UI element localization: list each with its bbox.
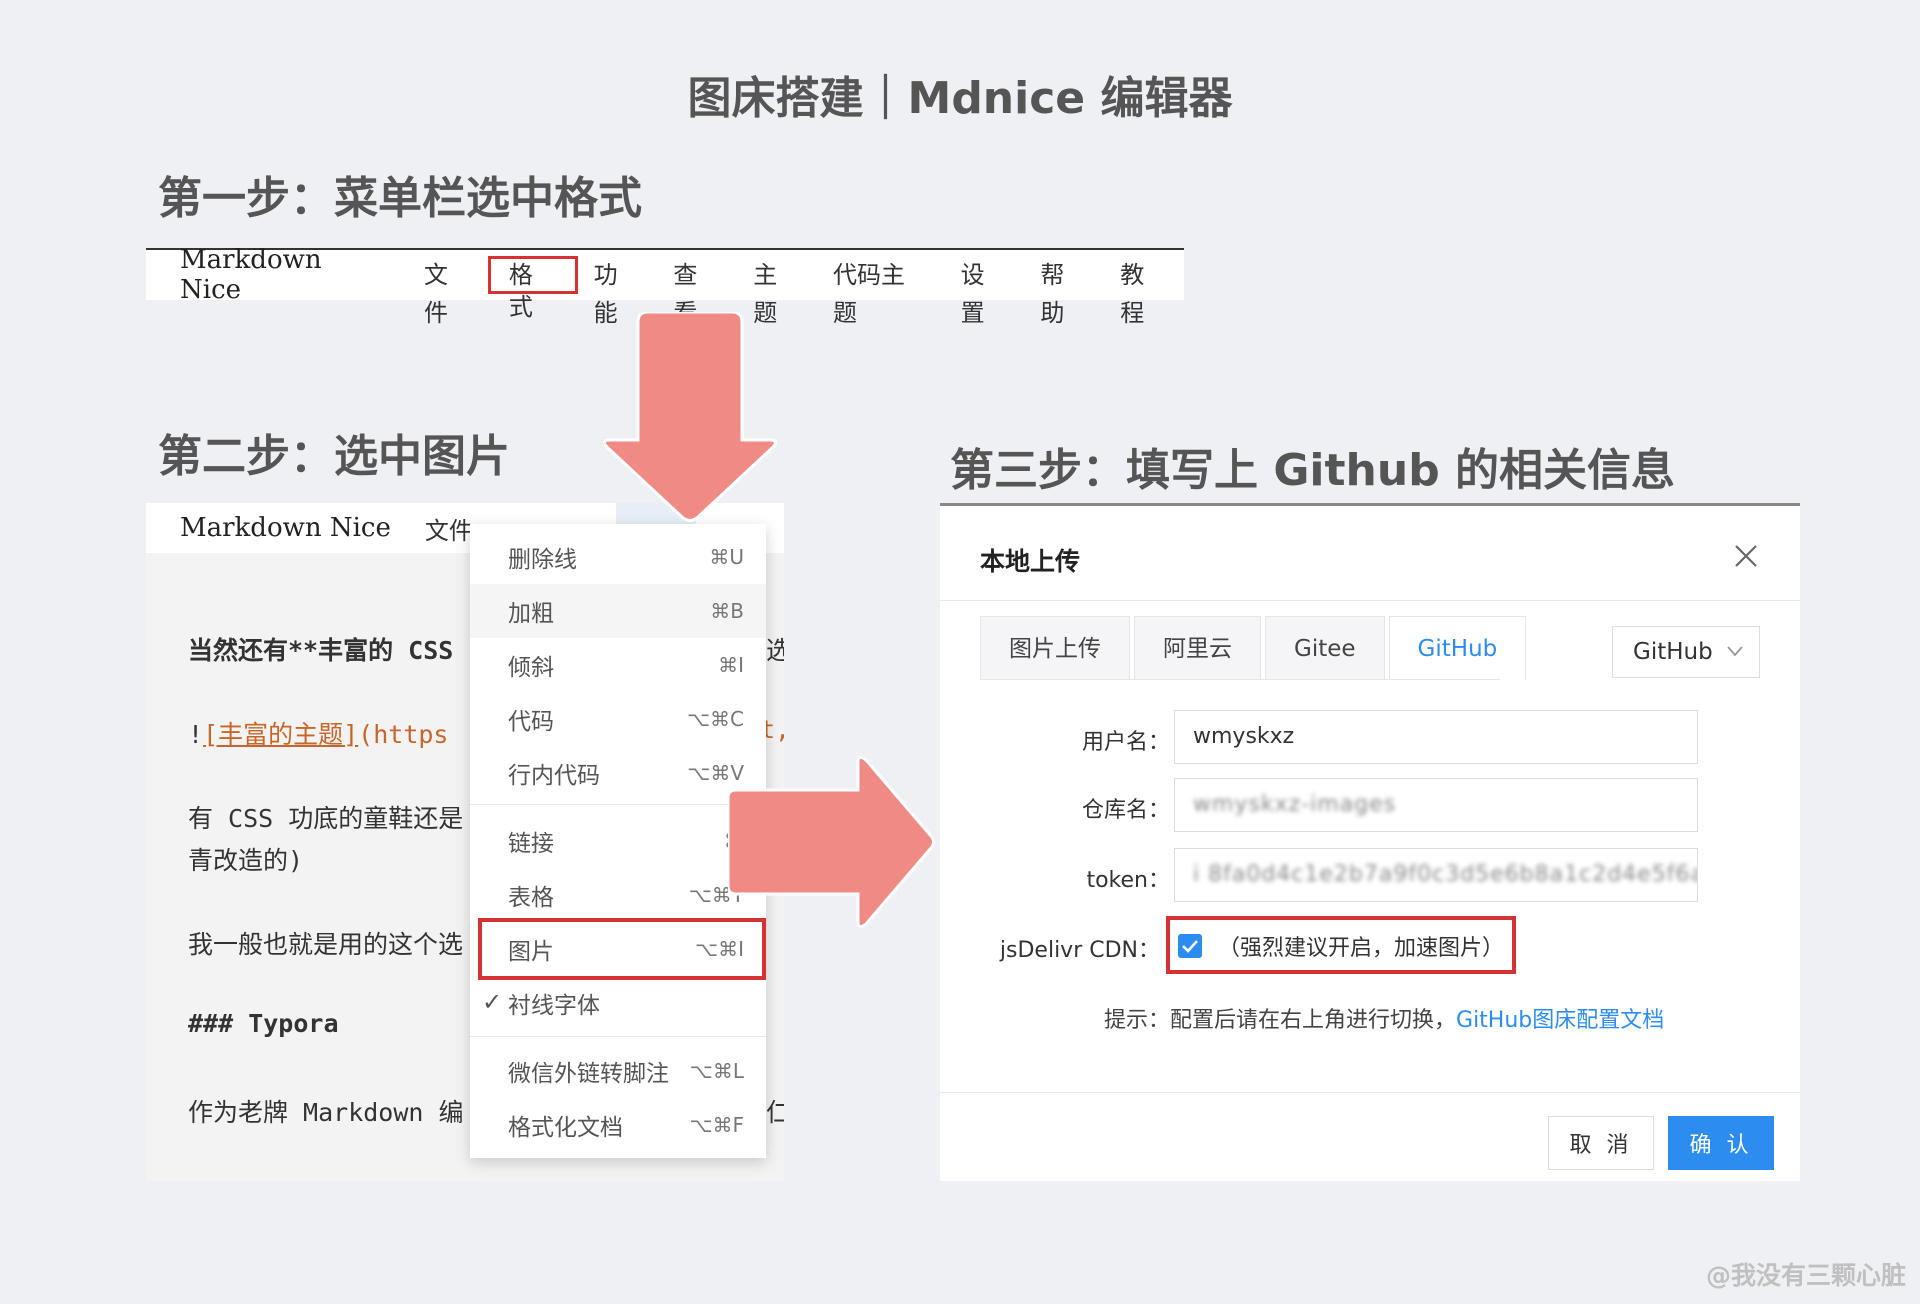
- username-input[interactable]: wmyskxz: [1174, 710, 1698, 764]
- check-icon: ✓: [482, 988, 503, 1016]
- host-select[interactable]: GitHub: [1612, 626, 1760, 678]
- token-value: i 8fa0d4c1e2b7a9f0c3d5e6b8a1c2d4e5f6a7b8…: [1193, 862, 1697, 887]
- editor-line: 当然还有**丰富的 CSS: [188, 636, 454, 665]
- tab-image-upload[interactable]: 图片上传: [980, 616, 1130, 680]
- tab-github[interactable]: GitHub: [1388, 616, 1527, 680]
- dd-item-italic[interactable]: 倾斜 ⌘I: [470, 638, 766, 692]
- confirm-button[interactable]: 确 认: [1668, 1116, 1774, 1170]
- menu-tutorial[interactable]: 教程: [1104, 256, 1184, 327]
- dd-item-inline-code[interactable]: 行内代码 ⌥⌘V: [470, 746, 766, 800]
- right-arrow-icon: [728, 755, 935, 929]
- menu-file-2[interactable]: 文件: [425, 511, 473, 546]
- dd-separator: [470, 804, 766, 805]
- editor-line: 我一般也就是用的这个选: [188, 930, 464, 959]
- checkmark-icon: [1182, 940, 1198, 953]
- menu-theme[interactable]: 主题: [737, 256, 817, 327]
- dialog-divider: [940, 1092, 1800, 1093]
- dialog-title: 本地上传: [980, 547, 1081, 576]
- cancel-button[interactable]: 取 消: [1548, 1116, 1654, 1170]
- editor-line: 仁: [766, 1098, 784, 1127]
- step1-menubar: Markdown Nice 文件 格式 功能 查看 主题 代码主题 设置 帮助 …: [146, 245, 1184, 327]
- tab-aliyun[interactable]: 阿里云: [1134, 616, 1261, 680]
- dd-item-code[interactable]: 代码 ⌥⌘C: [470, 692, 766, 746]
- editor-line: 青改造的): [188, 846, 304, 875]
- chevron-down-icon: [1727, 646, 1743, 657]
- tabs-underline: [980, 679, 1500, 680]
- menu-view[interactable]: 查看: [657, 256, 737, 327]
- editor-link-text: [丰富的主题]: [203, 720, 359, 749]
- cdn-hint: （强烈建议开启，加速图片）: [1218, 936, 1505, 961]
- menu-format[interactable]: 格式: [487, 256, 578, 321]
- token-input[interactable]: i 8fa0d4c1e2b7a9f0c3d5e6b8a1c2d4e5f6a7b8…: [1174, 848, 1698, 902]
- menu-settings[interactable]: 设置: [945, 256, 1025, 327]
- menu-help[interactable]: 帮助: [1024, 256, 1104, 327]
- format-dropdown: 删除线⌘U 加粗⌘B 倾斜⌘I 代码⌥⌘C 行内代码⌥⌘V 链接⌘ 表格⌥⌘T …: [470, 524, 766, 1158]
- cdn-checkbox[interactable]: [1178, 934, 1202, 958]
- dd-item-table[interactable]: 表格 ⌥⌘T: [470, 868, 766, 922]
- tab-gitee[interactable]: Gitee: [1265, 616, 1385, 680]
- repo-label: 仓库名：: [1081, 798, 1170, 823]
- menu-code-theme[interactable]: 代码主题: [817, 256, 945, 327]
- dialog-divider: [940, 600, 1800, 601]
- tip-text: 提示：配置后请在右上角进行切换，GitHub图床配置文档: [1104, 1002, 1664, 1034]
- editor-line: 作为老牌 Markdown 编: [188, 1098, 464, 1127]
- close-icon[interactable]: [1732, 542, 1760, 570]
- menu-function[interactable]: 功能: [578, 256, 658, 327]
- host-select-value: GitHub: [1633, 639, 1713, 665]
- down-arrow-icon: [603, 312, 777, 522]
- editor-bang: !: [188, 720, 204, 749]
- menu-file[interactable]: 文件: [408, 256, 488, 327]
- step1-title: 第一步：菜单栏选中格式: [158, 173, 642, 224]
- app-brand-2: Markdown Nice: [180, 513, 391, 543]
- upload-dialog: 本地上传 图片上传 阿里云 Gitee GitHub GitHub 用户名： w…: [940, 503, 1800, 1181]
- dd-item-strikethrough[interactable]: 删除线 ⌘U: [470, 530, 766, 584]
- editor-line: ![丰富的主题](https: [188, 715, 448, 751]
- repo-input[interactable]: wmyskxz-images: [1174, 778, 1698, 832]
- dd-item-link[interactable]: 链接⌘: [470, 814, 766, 868]
- dd-separator: [470, 1036, 766, 1037]
- token-label: token：: [1086, 868, 1170, 893]
- main-title: 图床搭建｜Mdnice 编辑器: [687, 73, 1233, 124]
- tip-prefix: 提示：配置后请在右上角进行切换，: [1104, 1008, 1457, 1033]
- editor-link-url: (https: [358, 720, 449, 749]
- step3-title: 第三步：填写上 Github 的相关信息: [950, 445, 1676, 496]
- dd-item-wechat-footnote[interactable]: 微信外链转脚注 ⌥⌘L: [470, 1044, 766, 1098]
- editor-line: ### Typora: [188, 1009, 339, 1038]
- watermark: @我没有三颗心脏: [1705, 1261, 1906, 1290]
- step2-title: 第二步：选中图片: [158, 431, 510, 482]
- image-highlight-box: [478, 918, 766, 980]
- github-doc-link[interactable]: GitHub图床配置文档: [1456, 1008, 1664, 1033]
- editor-line: 有 CSS 功底的童鞋还是: [188, 804, 464, 833]
- dd-item-bold[interactable]: 加粗 ⌘B: [470, 584, 766, 638]
- cdn-label: jsDelivr CDN：: [999, 938, 1160, 963]
- editor-line: 选: [766, 636, 784, 665]
- repo-value: wmyskxz-images: [1193, 792, 1397, 817]
- dd-item-serif-font[interactable]: 衬线字体: [470, 976, 766, 1030]
- username-label: 用户名：: [1081, 730, 1170, 755]
- dd-item-format-doc[interactable]: 格式化文档 ⌥⌘F: [470, 1098, 766, 1152]
- app-brand: Markdown Nice: [180, 245, 322, 305]
- upload-tabs: 图片上传 阿里云 Gitee GitHub: [980, 616, 1530, 680]
